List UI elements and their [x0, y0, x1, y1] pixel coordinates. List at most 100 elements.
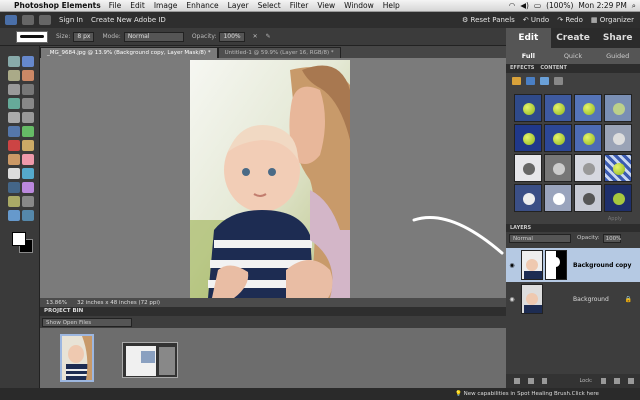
marquee-tool-icon[interactable]	[8, 84, 20, 95]
effect-thumb[interactable]	[574, 184, 602, 212]
lock-transparent-icon[interactable]	[600, 378, 607, 384]
eyedropper-tool-icon[interactable]	[22, 70, 34, 81]
lock-all-icon[interactable]	[614, 378, 621, 384]
effect-thumb[interactable]	[514, 184, 542, 212]
layer-row-background[interactable]: ◉ Background 🔒	[506, 282, 640, 316]
volume-icon[interactable]: ◀)	[520, 1, 529, 10]
spotlight-icon[interactable]: ⌕	[632, 1, 636, 11]
clock[interactable]: Mon 2:29 PM	[578, 1, 626, 10]
shape-tool-icon[interactable]	[8, 196, 20, 207]
effect-thumb[interactable]	[544, 184, 572, 212]
bin-thumbnail-photo[interactable]	[60, 334, 94, 382]
menu-select[interactable]: Select	[258, 1, 281, 10]
tab-edit[interactable]: Edit	[506, 28, 551, 48]
layer-mask-thumbnail[interactable]	[545, 250, 567, 280]
eraser-tool-icon[interactable]	[22, 154, 34, 165]
workspace-icon[interactable]	[22, 15, 34, 25]
menu-help[interactable]: Help	[383, 1, 400, 10]
all-effects-icon[interactable]	[554, 77, 563, 85]
clone-stamp-tool-icon[interactable]	[8, 154, 20, 165]
menu-view[interactable]: View	[317, 1, 335, 10]
crop-tool-icon[interactable]	[22, 112, 34, 123]
gradient-tool-icon[interactable]	[22, 182, 34, 193]
mask-icon[interactable]	[541, 378, 548, 384]
doc-tab-untitled[interactable]: Untitled-1 @ 59.9% (Layer 16, RGB/8) *	[217, 47, 341, 58]
reset-panels-button[interactable]: ⚙ Reset Panels	[462, 16, 515, 24]
straighten-tool-icon[interactable]	[22, 126, 34, 137]
photo-effects-icon[interactable]	[540, 77, 549, 85]
visibility-eye-icon[interactable]: ◉	[506, 262, 518, 269]
lasso-tool-icon[interactable]	[22, 84, 34, 95]
effect-thumb[interactable]	[574, 154, 602, 182]
size-field[interactable]: 8 px	[73, 31, 95, 42]
foreground-color-swatch[interactable]	[12, 232, 26, 246]
layer-row-background-copy[interactable]: ◉ Background copy	[506, 248, 640, 282]
sponge-tool-icon[interactable]	[8, 210, 20, 221]
menu-file[interactable]: File	[109, 1, 122, 10]
effect-thumb[interactable]	[514, 124, 542, 152]
menu-filter[interactable]: Filter	[290, 1, 309, 10]
menu-layer[interactable]: Layer	[228, 1, 249, 10]
battery-icon[interactable]: ▭	[534, 1, 541, 10]
hand-tool-icon[interactable]	[8, 70, 20, 81]
content-tab[interactable]: CONTENT	[540, 64, 567, 73]
app-name[interactable]: Photoshop Elements	[14, 1, 101, 10]
doc-tab-active[interactable]: _MG_9684.jpg @ 13.9% (Background copy, L…	[40, 47, 218, 58]
effect-thumb[interactable]	[514, 94, 542, 122]
layer-name[interactable]: Background copy	[573, 262, 631, 269]
bin-thumbnail-untitled[interactable]	[122, 342, 178, 378]
zoom-readout[interactable]: 13.86%	[46, 300, 67, 306]
paint-bucket-tool-icon[interactable]	[8, 182, 20, 193]
tab-share[interactable]: Share	[595, 28, 640, 48]
selection-brush-tool-icon[interactable]	[22, 98, 34, 109]
redo-button[interactable]: ↷ Redo	[557, 16, 583, 24]
organizer-button[interactable]: ▦ Organizer	[591, 16, 634, 24]
visibility-eye-icon[interactable]: ◉	[506, 296, 518, 303]
document-photo[interactable]	[190, 60, 350, 298]
effect-thumb[interactable]	[544, 94, 572, 122]
new-layer-icon[interactable]	[514, 378, 520, 384]
menu-window[interactable]: Window	[344, 1, 374, 10]
magic-wand-tool-icon[interactable]	[8, 98, 20, 109]
layers-header[interactable]: LAYERS	[506, 224, 640, 232]
red-eye-tool-icon[interactable]	[8, 140, 20, 151]
smart-brush-tool-icon[interactable]	[22, 168, 34, 179]
mode-select[interactable]: Normal	[123, 31, 184, 42]
airbrush-icon[interactable]: ✕	[253, 33, 258, 40]
wifi-icon[interactable]: ◠	[509, 1, 516, 10]
opacity-field[interactable]: 100%	[219, 31, 245, 42]
layer-opacity-field[interactable]: 100%	[602, 233, 621, 243]
cookie-cutter-tool-icon[interactable]	[8, 126, 20, 137]
tip-link[interactable]: 💡 New capabilities in Spot Healing Brush…	[455, 391, 599, 397]
show-files-select[interactable]: Show Open Files	[42, 318, 132, 327]
trash-icon[interactable]	[628, 378, 634, 384]
project-bin-header[interactable]: PROJECT BIN	[40, 307, 506, 316]
menu-edit[interactable]: Edit	[130, 1, 145, 10]
move-tool-icon[interactable]	[8, 56, 20, 67]
effect-thumb[interactable]	[604, 154, 632, 182]
type-tool-icon[interactable]	[8, 112, 20, 123]
apply-button[interactable]: Apply	[608, 216, 622, 222]
blend-mode-select[interactable]: Normal	[509, 233, 571, 243]
filters-icon[interactable]	[512, 77, 521, 85]
sign-in-link[interactable]: Sign In	[59, 16, 83, 24]
effect-thumb[interactable]	[604, 124, 632, 152]
blur-tool-icon[interactable]	[22, 196, 34, 207]
layer-name[interactable]: Background	[573, 296, 609, 303]
subtab-quick[interactable]: Quick	[551, 48, 596, 64]
screen-mode-icon[interactable]	[39, 15, 51, 25]
effect-thumb[interactable]	[604, 184, 632, 212]
healing-brush-tool-icon[interactable]	[22, 140, 34, 151]
effect-thumb[interactable]	[544, 124, 572, 152]
layer-styles-icon[interactable]	[526, 77, 535, 85]
subtab-guided[interactable]: Guided	[595, 48, 640, 64]
menu-image[interactable]: Image	[154, 1, 178, 10]
tab-create[interactable]: Create	[551, 28, 596, 48]
brush-preset-picker[interactable]	[16, 30, 48, 43]
effect-thumb[interactable]	[574, 94, 602, 122]
adjustment-layer-icon[interactable]	[527, 378, 534, 384]
pencil-tool-icon[interactable]	[22, 210, 34, 221]
effect-thumb[interactable]	[544, 154, 572, 182]
create-id-link[interactable]: Create New Adobe ID	[91, 16, 166, 24]
tablet-icon[interactable]: ✎	[266, 33, 271, 40]
